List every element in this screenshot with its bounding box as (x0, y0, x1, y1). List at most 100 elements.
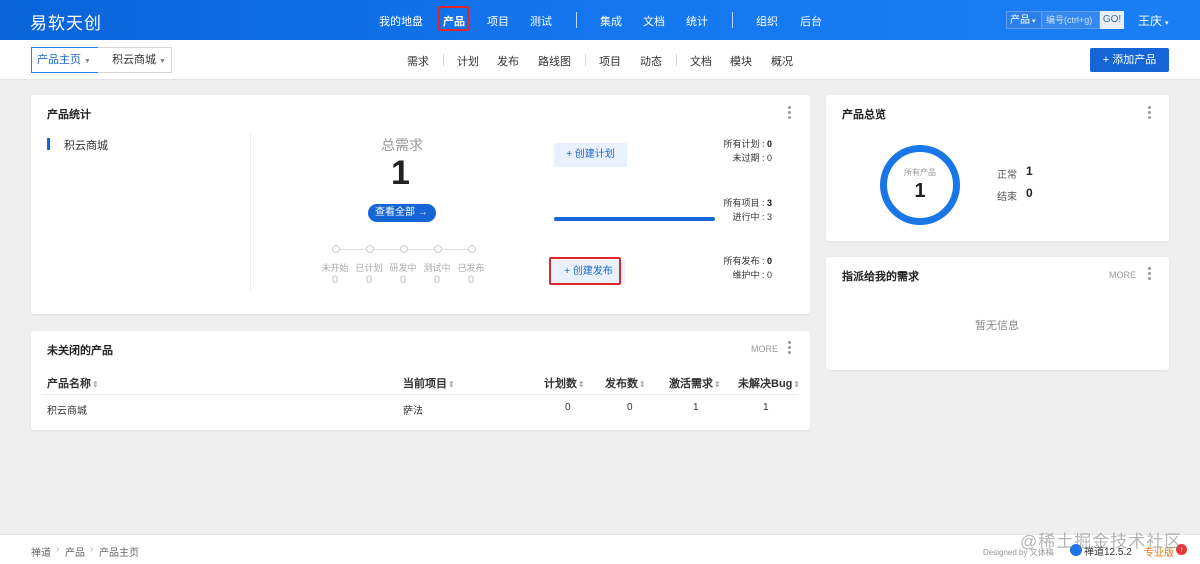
search-group: 产品 ▾ 编号(ctrl+g) GO! (1006, 11, 1124, 29)
nav-integration[interactable]: 集成 (600, 13, 622, 29)
normal-value: 1 (1026, 164, 1033, 178)
stage-count: 0 (399, 274, 407, 286)
footer-crumb-zentao[interactable]: 禅道 (31, 544, 51, 559)
divider (250, 131, 251, 291)
panel-title: 产品统计 (47, 109, 91, 121)
subnav-project[interactable]: 项目 (599, 53, 621, 69)
nav-project[interactable]: 项目 (487, 13, 509, 29)
sort-icon: ⇕ (578, 380, 585, 389)
subnav-divider (443, 54, 444, 66)
stage-label: 研发中 (389, 263, 417, 273)
stage-dot (468, 245, 476, 253)
nav-admin[interactable]: 后台 (800, 13, 822, 29)
closed-label: 结束 (997, 192, 1017, 203)
normal-label: 正常 (997, 170, 1017, 181)
footer-crumb-product[interactable]: 产品 (65, 544, 85, 559)
stage-label: 已发布 (457, 263, 485, 273)
sort-icon: ⇕ (793, 380, 801, 389)
highlight-annotation (549, 257, 621, 285)
cell-project[interactable]: 萨法 (403, 402, 423, 417)
brand-logo[interactable]: 易软天创 (30, 9, 102, 34)
column-header-project[interactable]: 当前项目⇕ (403, 375, 455, 391)
cell-bugs: 1 (763, 402, 769, 413)
more-link[interactable]: MORE (1109, 270, 1136, 280)
column-header-plans[interactable]: 计划数⇕ (544, 375, 585, 391)
top-navbar: 易软天创 我的地盘 产品 项目 测试 集成 文档 统计 组织 后台 产品 ▾ 编号… (0, 0, 1200, 40)
project-progress-bar (554, 217, 715, 221)
ring-label: 所有产品 (904, 168, 936, 177)
subnav-module[interactable]: 模块 (730, 53, 752, 69)
nav-my[interactable]: 我的地盘 (379, 13, 423, 29)
stage-count: 0 (365, 274, 373, 286)
highlight-annotation (438, 6, 469, 31)
more-options-icon[interactable] (1148, 267, 1152, 282)
subnav-roadmap[interactable]: 路线图 (538, 53, 571, 69)
cell-product-name[interactable]: 积云商城 (47, 402, 87, 417)
stat-maintaining: 维护中 : 0 (732, 270, 772, 280)
subnav-overview[interactable]: 概况 (771, 53, 793, 69)
search-input[interactable]: 编号(ctrl+g) (1042, 11, 1100, 29)
column-header-bugs[interactable]: 未解决Bug⇕ (738, 375, 800, 391)
nav-doc[interactable]: 文档 (643, 13, 665, 29)
stat-all-projects: 所有项目 : 3 (723, 198, 772, 208)
stage-dot (434, 245, 442, 253)
search-type-select[interactable]: 产品 ▾ (1006, 11, 1042, 29)
sort-icon: ⇕ (92, 380, 99, 389)
active-marker (47, 138, 50, 150)
create-plan-button[interactable]: + 创建计划 (554, 143, 627, 167)
breadcrumb-separator: › (56, 544, 60, 555)
panel-title: 未关闭的产品 (47, 345, 113, 357)
product-switcher[interactable]: 积云商城 ▼ (98, 47, 172, 73)
stage-count: 0 (331, 274, 339, 286)
add-product-button[interactable]: + 添加产品 (1090, 48, 1169, 72)
subnav-doc[interactable]: 文档 (690, 53, 712, 69)
stage-label: 测试中 (423, 263, 451, 273)
watermark: @稀土掘金技术社区 (1020, 532, 1183, 551)
sort-icon: ⇕ (714, 380, 721, 389)
sort-icon: ⇕ (448, 380, 455, 389)
more-options-icon[interactable] (788, 341, 792, 356)
nav-divider (732, 12, 733, 28)
sort-icon: ⇕ (639, 380, 646, 389)
product-home-dropdown[interactable]: 产品主页 ▼ (31, 47, 99, 73)
stat-all-releases: 所有发布 : 0 (723, 256, 772, 266)
stage-label: 未开始 (321, 263, 349, 273)
subnav-dynamic[interactable]: 动态 (640, 53, 662, 69)
stat-in-progress: 进行中 : 3 (732, 212, 772, 222)
cell-releases: 0 (627, 402, 633, 413)
nav-divider (576, 12, 577, 28)
nav-test[interactable]: 测试 (530, 13, 552, 29)
total-stories-label: 总需求 (381, 137, 423, 153)
panel-title: 产品总览 (842, 109, 886, 121)
user-menu[interactable]: 王庆 ▾ (1138, 12, 1169, 29)
panel-title: 指派给我的需求 (842, 271, 919, 283)
subnav-plan[interactable]: 计划 (457, 53, 479, 69)
stage-count: 0 (433, 274, 441, 286)
column-header-active[interactable]: 激活需求⇕ (669, 375, 721, 391)
empty-message: 暂无信息 (975, 320, 1019, 332)
table-divider (41, 394, 799, 395)
subnav-release[interactable]: 发布 (497, 53, 519, 69)
stage-dot (332, 245, 340, 253)
breadcrumb-separator: › (90, 544, 94, 555)
stage-dot (366, 245, 374, 253)
cell-plans: 0 (565, 402, 571, 413)
closed-value: 0 (1026, 186, 1033, 200)
nav-report[interactable]: 统计 (686, 13, 708, 29)
cell-active: 1 (693, 402, 699, 413)
subnav-divider (585, 54, 586, 66)
column-header-name[interactable]: 产品名称⇕ (47, 375, 99, 391)
search-go-button[interactable]: GO! (1100, 11, 1124, 29)
view-all-button[interactable]: 查看全部 → (368, 204, 436, 222)
more-options-icon[interactable] (1148, 106, 1152, 121)
product-list-item[interactable]: 积云商城 (64, 137, 108, 153)
more-link[interactable]: MORE (751, 344, 778, 354)
subnav-divider (676, 54, 677, 66)
column-header-releases[interactable]: 发布数⇕ (605, 375, 646, 391)
more-options-icon[interactable] (788, 106, 792, 121)
sub-navbar: 产品主页 ▼ 积云商城 ▼ 需求 计划 发布 路线图 项目 动态 文档 模块 概况 (0, 40, 1200, 80)
stage-dot (400, 245, 408, 253)
subnav-story[interactable]: 需求 (407, 53, 429, 69)
stage-label: 已计划 (355, 263, 383, 273)
nav-org[interactable]: 组织 (756, 13, 778, 29)
